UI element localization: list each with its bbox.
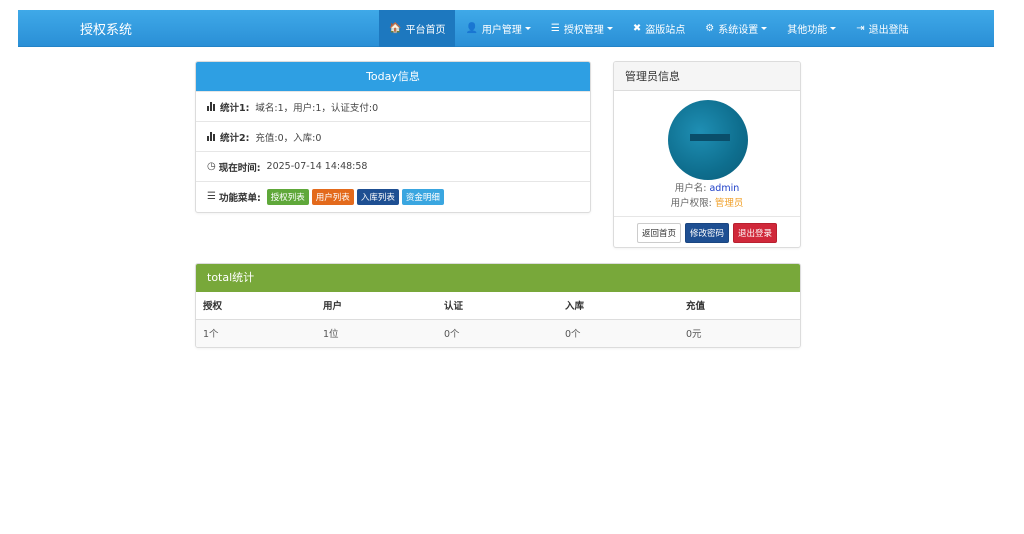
table-cell: 0个 — [558, 319, 679, 347]
nav-item-label: 授权管理 — [563, 25, 604, 36]
stat1-label: 统计1: — [220, 102, 250, 114]
clock-icon: ◷ — [207, 161, 216, 172]
avatar — [668, 100, 748, 180]
nav-item-1[interactable]: 👤 用户管理 — [455, 10, 540, 47]
caret-down-icon — [606, 27, 613, 30]
menu-tag-3[interactable]: 资金明细 — [401, 188, 444, 205]
admin-panel: 管理员信息 用户名: admin 用户权限: 管理员 返回首页 修改密码 退出登… — [613, 61, 801, 248]
change-password-button[interactable]: 修改密码 — [684, 223, 729, 243]
bar-chart-icon — [207, 102, 217, 111]
caret-down-icon — [524, 27, 531, 30]
menu-tag-0[interactable]: 授权列表 — [266, 188, 309, 205]
table-row: 1个 1位 0个 0个 0元 — [196, 319, 800, 347]
time-label: 现在时间: — [218, 162, 261, 174]
brand-title[interactable]: 授权系统 — [80, 19, 132, 38]
role-value: 管理员 — [714, 198, 744, 209]
column-header: 用户 — [316, 292, 437, 320]
today-panel: Today信息 统计1: 域名:1，用户:1，认证支付:0 统计2: 充值:0，… — [195, 61, 591, 213]
menu-row: ☰ 功能菜单: 授权列表 用户列表 入库列表 资金明细 — [196, 181, 590, 211]
gear-icon: ⚙ — [705, 23, 715, 34]
caret-down-icon — [830, 27, 837, 30]
table-cell: 0个 — [437, 319, 558, 347]
column-header: 充值 — [679, 292, 800, 320]
today-panel-title: Today信息 — [196, 62, 590, 91]
time-row: ◷ 现在时间: 2025-07-14 14:48:58 — [196, 151, 590, 181]
nav-menu: 🏠 平台首页 👤 用户管理 ☰ 授权管理 ✖ 盗版站点 ⚙ 系统设置 其他功能 ⇥ 退出登陆 — [379, 10, 919, 47]
function-menu: 授权列表 用户列表 入库列表 资金明细 — [266, 188, 447, 205]
total-table: 授权 用户 认证 入库 充值 1个 1位 0个 0个 0元 — [196, 292, 800, 347]
nav-item-label: 其他功能 — [787, 25, 828, 36]
top-navbar: 授权系统 🏠 平台首页 👤 用户管理 ☰ 授权管理 ✖ 盗版站点 ⚙ 系统设置 其他功能 ⇥ 退出登陆 — [18, 10, 994, 47]
table-cell: 1位 — [316, 319, 437, 347]
list-icon: ☰ — [207, 191, 216, 202]
username-line: 用户名: admin — [614, 180, 800, 194]
nav-item-label: 平台首页 — [405, 25, 446, 36]
menu-tag-1[interactable]: 用户列表 — [311, 188, 354, 205]
list-icon: ☰ — [550, 23, 560, 34]
nav-item-6[interactable]: ⇥ 退出登陆 — [846, 10, 918, 47]
nav-item-3[interactable]: ✖ 盗版站点 — [623, 10, 695, 47]
home-icon: 🏠 — [389, 23, 402, 34]
menu-label: 功能菜单: — [218, 192, 261, 204]
total-panel-title: total统计 — [196, 264, 800, 292]
nav-item-4[interactable]: ⚙ 系统设置 — [695, 10, 777, 47]
username-value: admin — [709, 183, 740, 194]
stat1-value: 域名:1，用户:1，认证支付:0 — [255, 102, 379, 114]
nav-item-label: 退出登陆 — [868, 25, 909, 36]
role-line: 用户权限: 管理员 — [614, 195, 800, 209]
time-value: 2025-07-14 14:48:58 — [266, 161, 368, 172]
admin-panel-title: 管理员信息 — [614, 62, 800, 91]
column-header: 入库 — [558, 292, 679, 320]
nav-item-label: 用户管理 — [481, 25, 522, 36]
stat2-label: 统计2: — [220, 132, 250, 144]
total-panel: total统计 授权 用户 认证 入库 充值 1个 1位 0个 0个 0元 — [195, 263, 801, 348]
role-label: 用户权限: — [670, 198, 712, 209]
nav-item-0[interactable]: 🏠 平台首页 — [379, 10, 456, 47]
logout-button[interactable]: 退出登录 — [733, 223, 778, 243]
table-cell: 0元 — [679, 319, 800, 347]
column-header: 授权 — [196, 292, 316, 320]
nav-item-2[interactable]: ☰ 授权管理 — [541, 10, 623, 47]
stat2-value: 充值:0，入库:0 — [255, 132, 322, 144]
menu-tag-2[interactable]: 入库列表 — [356, 188, 399, 205]
table-cell: 1个 — [196, 319, 316, 347]
bar-chart-icon — [207, 132, 217, 141]
close-icon: ✖ — [632, 23, 642, 34]
stat1-row: 统计1: 域名:1，用户:1，认证支付:0 — [196, 91, 590, 121]
user-icon: 👤 — [465, 23, 478, 34]
username-label: 用户名: — [674, 183, 707, 194]
table-header-row: 授权 用户 认证 入库 充值 — [196, 292, 800, 320]
column-header: 认证 — [437, 292, 558, 320]
nav-item-label: 盗版站点 — [645, 25, 686, 36]
caret-down-icon — [761, 27, 768, 30]
stat2-row: 统计2: 充值:0，入库:0 — [196, 121, 590, 151]
nav-item-5[interactable]: 其他功能 — [777, 10, 846, 47]
logout-icon: ⇥ — [856, 23, 865, 34]
home-button[interactable]: 返回首页 — [636, 223, 681, 243]
nav-item-label: 系统设置 — [718, 25, 759, 36]
admin-actions: 返回首页 修改密码 退出登录 — [614, 216, 800, 247]
